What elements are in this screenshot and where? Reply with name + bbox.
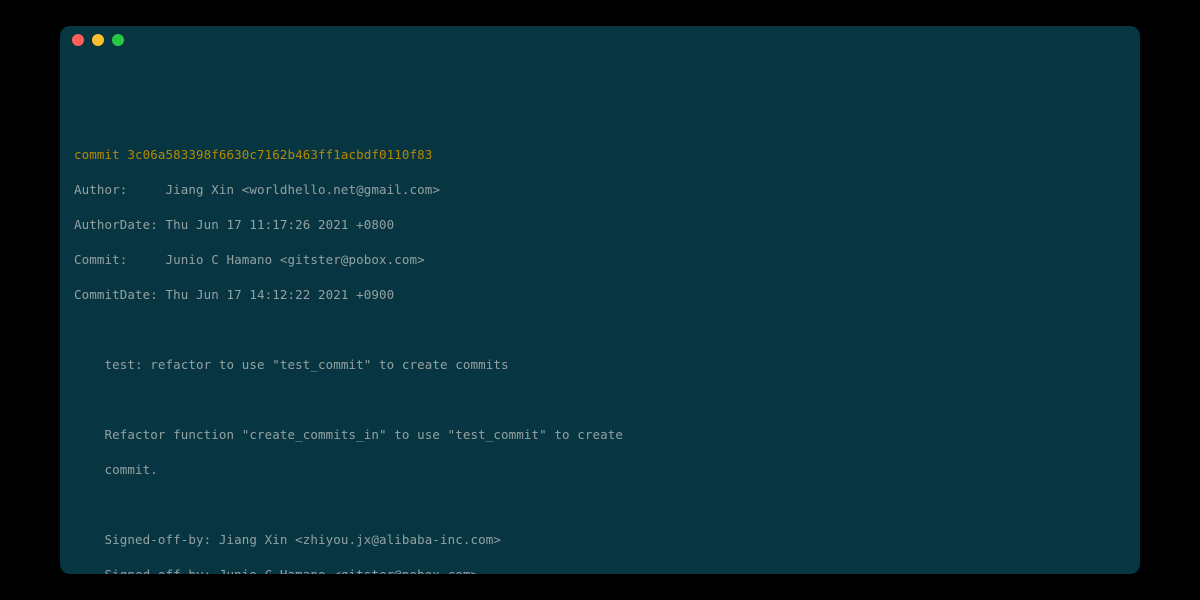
zoom-icon[interactable] — [112, 34, 124, 46]
author-line: Author: Jiang Xin <worldhello.net@gmail.… — [74, 181, 1126, 199]
minimize-icon[interactable] — [92, 34, 104, 46]
signed-off-line: Signed-off-by: Jiang Xin <zhiyou.jx@alib… — [74, 531, 1126, 549]
titlebar — [60, 26, 1140, 54]
commit-body: commit. — [74, 461, 1126, 479]
terminal-window: commit 3c06a583398f6630c7162b463ff1acbdf… — [60, 26, 1140, 574]
commit-body: Refactor function "create_commits_in" to… — [74, 426, 1126, 444]
terminal-content[interactable]: commit 3c06a583398f6630c7162b463ff1acbdf… — [60, 54, 1140, 574]
commit-hash-line: commit 3c06a583398f6630c7162b463ff1acbdf… — [74, 146, 1126, 164]
commit-date-line: CommitDate: Thu Jun 17 14:12:22 2021 +09… — [74, 286, 1126, 304]
close-icon[interactable] — [72, 34, 84, 46]
commit-line: Commit: Junio C Hamano <gitster@pobox.co… — [74, 251, 1126, 269]
commit-subject: test: refactor to use "test_commit" to c… — [74, 356, 1126, 374]
signed-off-line: Signed-off-by: Junio C Hamano <gitster@p… — [74, 566, 1126, 575]
author-date-line: AuthorDate: Thu Jun 17 11:17:26 2021 +08… — [74, 216, 1126, 234]
